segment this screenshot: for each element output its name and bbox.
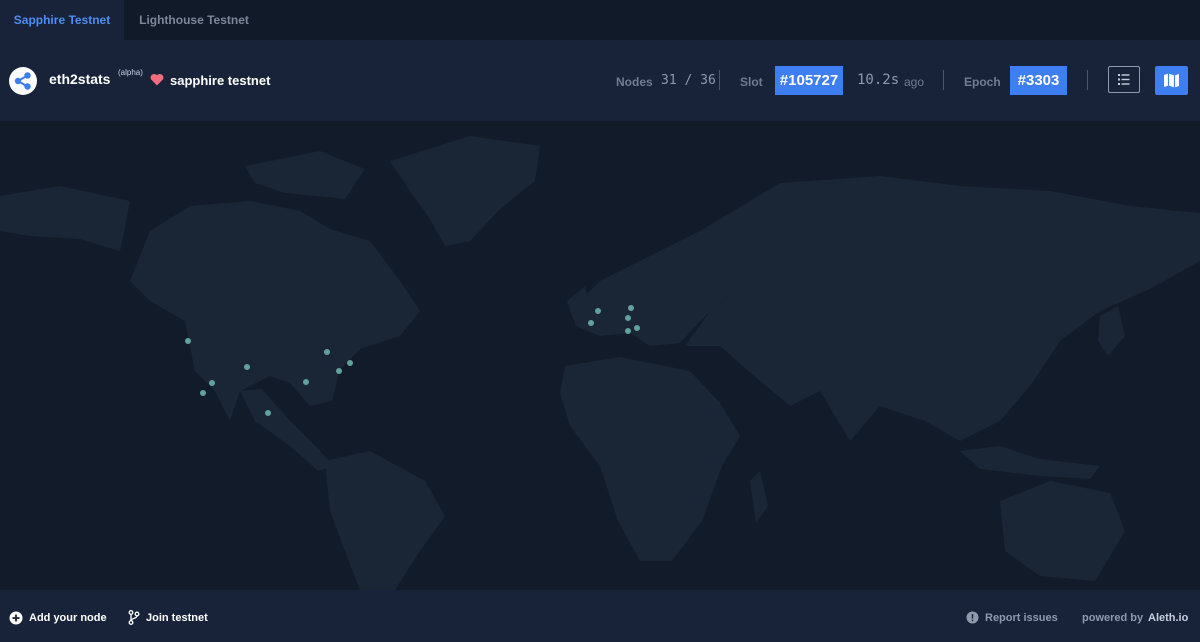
- map-view-button[interactable]: [1155, 66, 1188, 95]
- node-dot[interactable]: [209, 380, 215, 386]
- node-dot[interactable]: [625, 328, 631, 334]
- info-icon[interactable]: [966, 611, 979, 624]
- header-bar: eth2stats (alpha) sapphire testnet Nodes…: [0, 40, 1200, 121]
- add-node-link[interactable]: Add your node: [29, 612, 107, 624]
- node-dot[interactable]: [595, 308, 601, 314]
- list-view-button[interactable]: [1108, 66, 1140, 93]
- network-name: sapphire testnet: [170, 73, 271, 88]
- join-testnet-link[interactable]: Join testnet: [146, 612, 208, 624]
- divider: [1087, 70, 1088, 90]
- footer-bar: Add your node Join testnet Report issues…: [0, 590, 1200, 642]
- alpha-badge: (alpha): [118, 68, 143, 77]
- node-dot[interactable]: [185, 338, 191, 344]
- slot-label: Slot: [740, 75, 763, 89]
- list-icon: [1118, 74, 1130, 85]
- node-dot[interactable]: [303, 379, 309, 385]
- slot-time-ago-value: 10.2s: [857, 72, 900, 88]
- aleth-io-link[interactable]: Aleth.io: [1148, 612, 1188, 624]
- epoch-badge: #3303: [1010, 66, 1067, 95]
- git-branch-icon[interactable]: [128, 610, 140, 625]
- slot-time-ago-label: ago: [904, 75, 925, 89]
- world-map-canvas: [0, 136, 1200, 590]
- node-dot[interactable]: [244, 364, 250, 370]
- share-icon: [14, 72, 31, 90]
- divider: [943, 70, 944, 90]
- node-dot[interactable]: [200, 390, 206, 396]
- node-dot[interactable]: [625, 315, 631, 321]
- epoch-label: Epoch: [964, 75, 1001, 89]
- brand-name[interactable]: eth2stats: [49, 71, 110, 87]
- eth2stats-logo[interactable]: [9, 67, 37, 95]
- world-map[interactable]: [0, 121, 1200, 590]
- report-issues-link[interactable]: Report issues: [985, 612, 1058, 624]
- node-dot[interactable]: [588, 320, 594, 326]
- powered-by-label: powered by: [1082, 612, 1144, 624]
- network-tabbar: Sapphire Testnet Lighthouse Testnet: [0, 0, 1200, 40]
- heart-icon: [150, 73, 164, 91]
- node-dot[interactable]: [336, 368, 342, 374]
- node-dot[interactable]: [628, 305, 634, 311]
- nodes-label: Nodes: [616, 75, 653, 89]
- map-icon: [1164, 73, 1179, 88]
- node-dot[interactable]: [347, 360, 353, 366]
- tab-sapphire-testnet[interactable]: Sapphire Testnet: [0, 0, 124, 40]
- divider: [719, 70, 720, 90]
- nodes-count: 31 / 36: [661, 73, 716, 88]
- node-dot[interactable]: [634, 325, 640, 331]
- slot-badge: #105727: [775, 66, 843, 95]
- node-dot[interactable]: [324, 349, 330, 355]
- plus-circle-icon[interactable]: [9, 611, 23, 625]
- tab-lighthouse-testnet[interactable]: Lighthouse Testnet: [124, 0, 264, 40]
- node-dot[interactable]: [265, 410, 271, 416]
